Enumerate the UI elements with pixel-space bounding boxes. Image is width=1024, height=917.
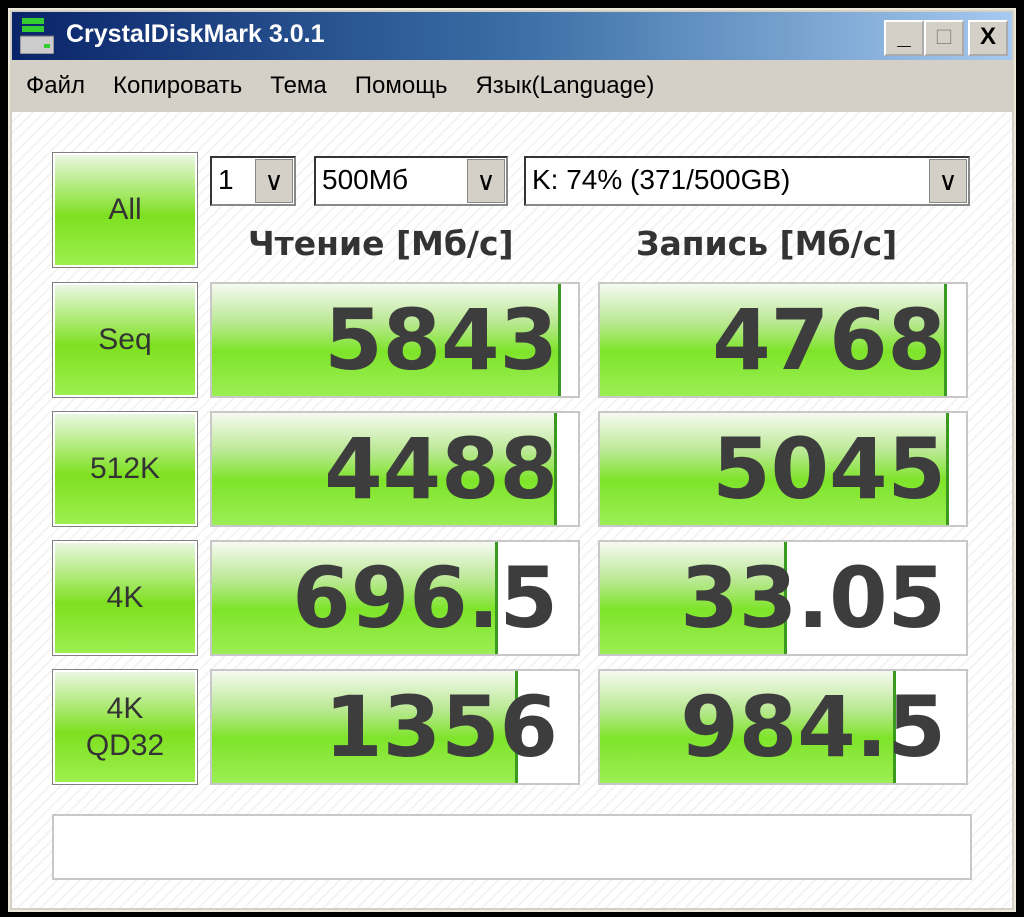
all-button[interactable]: All — [52, 152, 198, 268]
test-4k-qd32-button[interactable]: 4K QD32 — [52, 669, 198, 785]
menu-theme[interactable]: Тема — [270, 72, 327, 100]
test-seq-button[interactable]: Seq — [52, 282, 198, 398]
close-button[interactable]: X — [968, 20, 1008, 56]
test-512k-button[interactable]: 512K — [52, 411, 198, 527]
chevron-down-icon[interactable]: ∨ — [929, 159, 967, 203]
test-4k-button[interactable]: 4K — [52, 540, 198, 656]
read-value: 4488 — [324, 420, 558, 518]
write-512k-result: 5045 — [598, 411, 968, 527]
runs-select[interactable]: 1 ∨ — [210, 156, 296, 206]
read-4k-qd32-result: 1356 — [210, 669, 580, 785]
write-seq-result: 4768 — [598, 282, 968, 398]
read-value: 1356 — [324, 678, 558, 776]
drive-value: K: 74% (371/500GB) — [532, 164, 791, 195]
menu-help[interactable]: Помощь — [355, 72, 448, 100]
write-4k-result: 33.05 — [598, 540, 968, 656]
write-value: 5045 — [712, 420, 946, 518]
app-disk-icon — [20, 18, 54, 54]
status-bar — [52, 814, 972, 880]
write-header: Запись [Мб/с] — [636, 224, 898, 263]
menu-language[interactable]: Язык(Language) — [475, 72, 654, 100]
menu-file[interactable]: Файл — [26, 72, 85, 100]
write-value: 33.05 — [680, 549, 946, 647]
size-value: 500Мб — [322, 164, 409, 195]
write-value: 4768 — [712, 291, 946, 389]
menu-copy[interactable]: Копировать — [113, 72, 242, 100]
chevron-down-icon[interactable]: ∨ — [467, 159, 505, 203]
client-area: All 1 ∨ 500Мб ∨ K: 74% (371/500GB) ∨ Чтение… — [12, 112, 1012, 908]
minimize-button[interactable]: _ — [884, 20, 924, 56]
maximize-button[interactable]: □ — [924, 20, 964, 56]
read-value: 696.5 — [292, 549, 558, 647]
read-4k-result: 696.5 — [210, 540, 580, 656]
read-value: 5843 — [324, 291, 558, 389]
chevron-down-icon[interactable]: ∨ — [255, 159, 293, 203]
size-select[interactable]: 500Мб ∨ — [314, 156, 508, 206]
drive-select[interactable]: K: 74% (371/500GB) ∨ — [524, 156, 970, 206]
write-value: 984.5 — [680, 678, 946, 776]
menu-bar: Файл Копировать Тема Помощь Язык(Languag… — [12, 62, 1012, 110]
app-window: CrystalDiskMark 3.0.1 _ □ X Файл Копиров… — [8, 8, 1016, 912]
read-512k-result: 4488 — [210, 411, 580, 527]
read-header: Чтение [Мб/с] — [248, 224, 514, 263]
window-title: CrystalDiskMark 3.0.1 — [66, 20, 325, 48]
write-4k-qd32-result: 984.5 — [598, 669, 968, 785]
read-seq-result: 5843 — [210, 282, 580, 398]
runs-value: 1 — [218, 164, 234, 195]
title-bar[interactable]: CrystalDiskMark 3.0.1 _ □ X — [12, 12, 1012, 60]
